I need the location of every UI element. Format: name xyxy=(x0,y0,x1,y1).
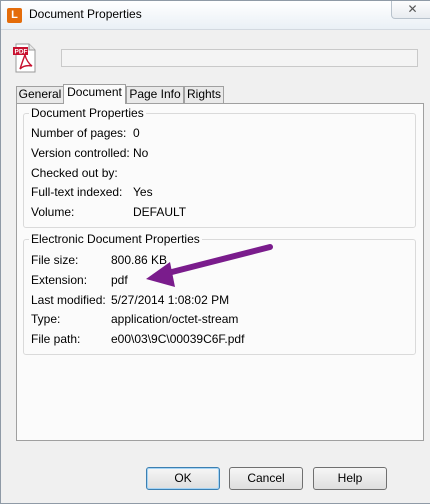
cancel-button[interactable]: Cancel xyxy=(229,467,303,490)
group-title: Electronic Document Properties xyxy=(29,232,202,246)
field-value: 5/27/2014 1:08:02 PM xyxy=(111,293,230,307)
document-name-field[interactable] xyxy=(61,49,418,67)
field-value: pdf xyxy=(111,273,128,287)
group-title: Document Properties xyxy=(29,106,146,120)
field-label: Version controlled: xyxy=(31,146,130,160)
field-label: File size: xyxy=(31,253,79,267)
field-label: Volume: xyxy=(31,205,75,219)
background-edge xyxy=(430,0,437,504)
field-label: Checked out by: xyxy=(31,166,118,180)
field-value: No xyxy=(133,146,149,160)
tab-document[interactable]: Document xyxy=(63,84,126,104)
field-value: e00\03\9C\00039C6F.pdf xyxy=(111,332,245,346)
field-value: application/octet-stream xyxy=(111,312,239,326)
field-label: Full-text indexed: xyxy=(31,185,123,199)
field-label: Type: xyxy=(31,312,61,326)
field-value: 0 xyxy=(133,126,140,140)
field-value: Yes xyxy=(133,185,153,199)
field-label: File path: xyxy=(31,332,81,346)
tab-page-info[interactable]: Page Info xyxy=(126,86,184,103)
field-label: Last modified: xyxy=(31,293,106,307)
field-value: DEFAULT xyxy=(133,205,187,219)
tab-general[interactable]: General xyxy=(16,86,64,103)
document-tab-panel: Document Properties Number of pages: 0 V… xyxy=(16,103,424,441)
document-properties-dialog: L Document Properties ✕ PDF General Docu… xyxy=(0,0,437,504)
window-title: Document Properties xyxy=(29,7,142,21)
pdf-file-icon: PDF xyxy=(13,43,36,73)
document-properties-group: Document Properties Number of pages: 0 V… xyxy=(23,106,416,228)
button-bar: OK Cancel Help xyxy=(1,447,436,503)
tab-rights[interactable]: Rights xyxy=(184,86,224,103)
field-value: 800.86 KB xyxy=(111,253,168,267)
close-icon[interactable]: ✕ xyxy=(391,1,434,19)
help-button[interactable]: Help xyxy=(313,467,387,490)
field-label: Number of pages: xyxy=(31,126,127,140)
title-bar[interactable]: L Document Properties ✕ xyxy=(1,1,436,30)
app-icon: L xyxy=(7,8,22,23)
electronic-properties-group: Electronic Document Properties File size… xyxy=(23,232,416,355)
field-label: Extension: xyxy=(31,273,88,287)
ok-button[interactable]: OK xyxy=(146,467,220,490)
